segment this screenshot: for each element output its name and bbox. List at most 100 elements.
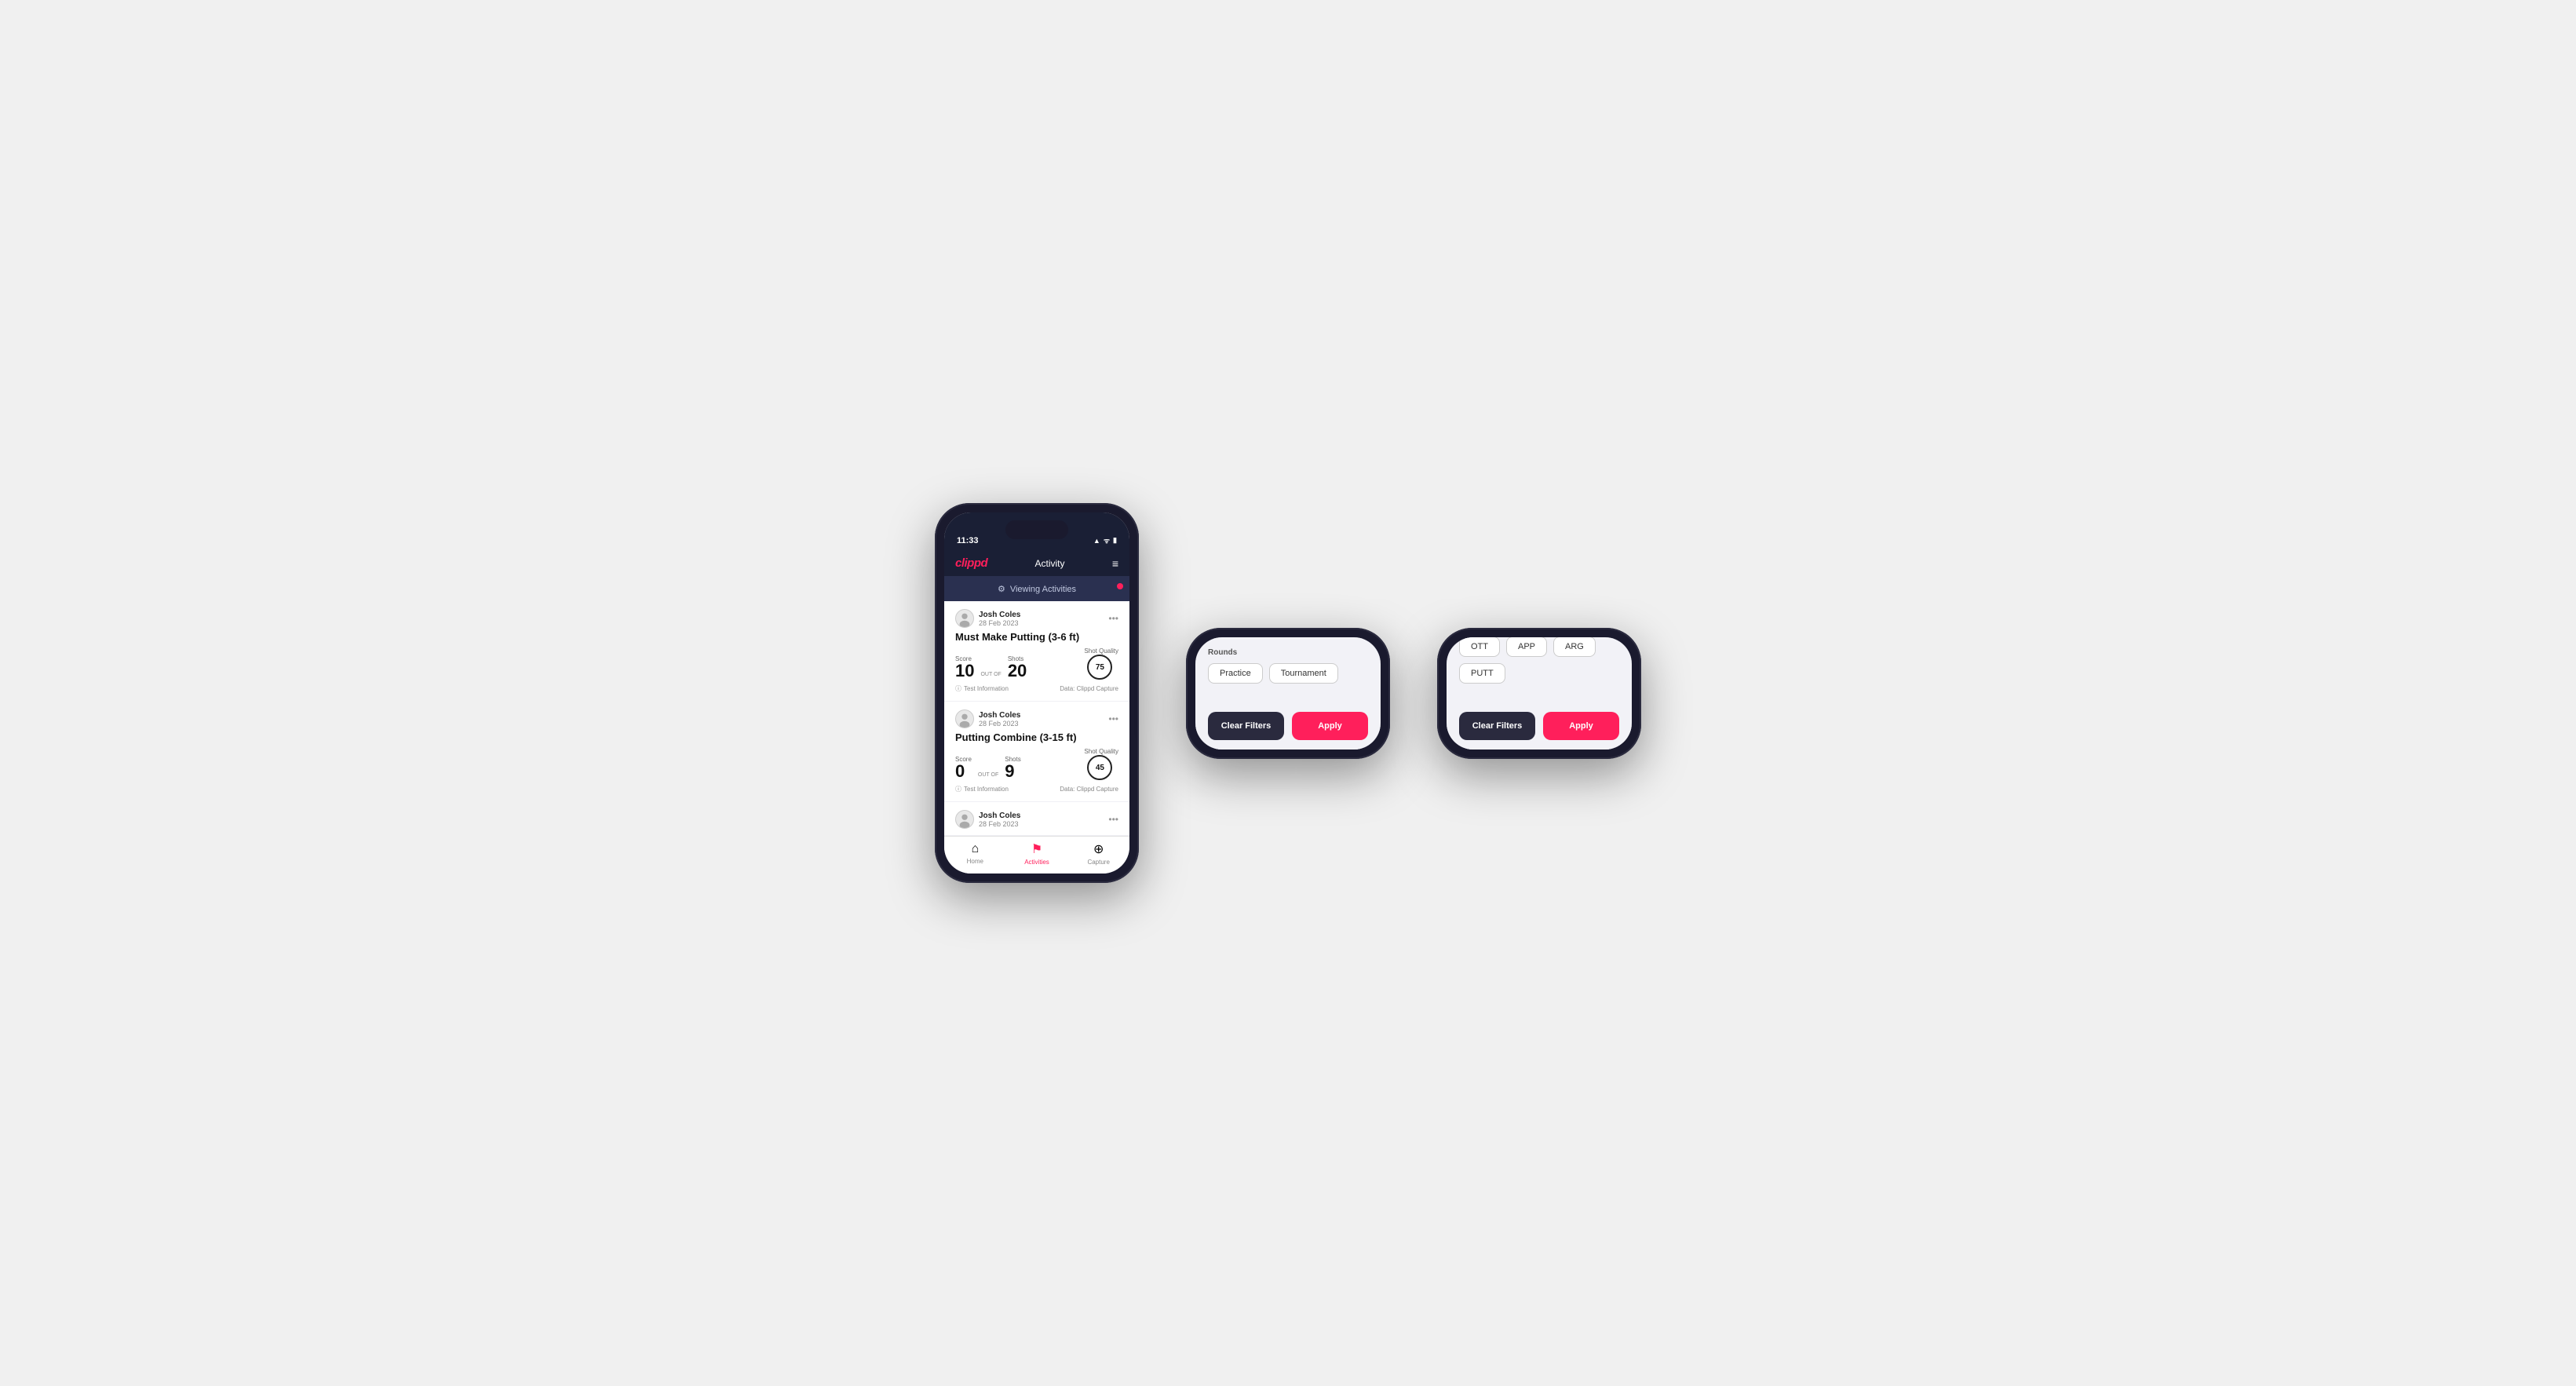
chip-arg-3[interactable]: ARG	[1553, 637, 1596, 657]
score-value-1: 10	[955, 662, 974, 680]
viewing-bar-text-1: Viewing Activities	[1010, 585, 1076, 594]
activities-icon-1: ⚑	[1031, 841, 1042, 857]
shot-quality-badge-1: 75	[1087, 655, 1112, 680]
info-icon-2: ⓘ	[955, 785, 961, 793]
nav-title-1: Activity	[1034, 558, 1064, 569]
dot-indicator-1	[1117, 583, 1123, 589]
card-header-3: Josh Coles 28 Feb 2023 •••	[955, 810, 1118, 829]
wifi-icon: ᯤ	[1104, 535, 1110, 545]
activity-list-1: Josh Coles 28 Feb 2023 ••• Must Make Put…	[944, 601, 1129, 836]
signal-icon: ▲	[1093, 537, 1100, 545]
data-source-1: Data: Clippd Capture	[1060, 685, 1118, 692]
viewing-bar-1[interactable]: ⚙ Viewing Activities	[944, 577, 1129, 601]
filter-sheet-2: Filter ✕ Show Rounds Practice Drills Rou…	[1195, 637, 1381, 750]
chip-putt-3[interactable]: PUTT	[1459, 663, 1505, 684]
test-info-text-1: Test Information	[964, 685, 1009, 692]
tab-activities-1[interactable]: ⚑ Activities	[1006, 841, 1068, 866]
card-title-2: Putting Combine (3-15 ft)	[955, 731, 1118, 743]
shot-quality-label-1: Shot Quality	[1084, 647, 1118, 655]
stats-row-1: Score 10 OUT OF Shots 20 Shot Quality 75	[955, 647, 1118, 680]
clear-filters-button-3[interactable]: Clear Filters	[1459, 712, 1535, 740]
stats-row-2: Score 0 OUT OF Shots 9 Shot Quality 45	[955, 748, 1118, 780]
card-menu-3[interactable]: •••	[1108, 814, 1118, 825]
battery-icon: ▮	[1113, 536, 1117, 545]
score-stat-2: Score 0	[955, 756, 972, 780]
menu-icon-1[interactable]: ≡	[1112, 557, 1118, 570]
card-footer-1: ⓘ Test Information Data: Clippd Capture	[955, 684, 1118, 693]
phone-3: 11:33 ▲ ᯤ ▮ clippd Activity ≡ ⚙ Viewing …	[1437, 628, 1641, 759]
out-of-1: OUT OF	[980, 672, 1001, 677]
phone-3-screen: 11:33 ▲ ᯤ ▮ clippd Activity ≡ ⚙ Viewing …	[1447, 637, 1632, 750]
chip-practice-2[interactable]: Practice	[1208, 663, 1263, 684]
chip-tournament-2[interactable]: Tournament	[1269, 663, 1338, 684]
sheet-body-3: Show Rounds Practice Drills Practice Dri…	[1447, 637, 1632, 704]
rounds-label-2: Rounds	[1208, 648, 1368, 657]
shots-value-1: 20	[1008, 662, 1027, 680]
shot-quality-stat-2: Shot Quality 45	[1084, 748, 1118, 780]
shot-quality-badge-2: 45	[1087, 755, 1112, 780]
tab-capture-1[interactable]: ⊕ Capture	[1067, 841, 1129, 866]
logo-1: clippd	[955, 556, 987, 570]
status-time-1: 11:33	[957, 536, 979, 545]
apply-button-2[interactable]: Apply	[1292, 712, 1368, 740]
card-header-1: Josh Coles 28 Feb 2023 •••	[955, 609, 1118, 628]
sheet-actions-3: Clear Filters Apply	[1447, 704, 1632, 740]
tab-capture-label-1: Capture	[1087, 859, 1109, 866]
dynamic-island-1	[1005, 520, 1068, 539]
scene: 11:33 ▲ ᯤ ▮ clippd Activity ≡ ⚙ Viewing …	[888, 456, 1688, 930]
data-source-2: Data: Clippd Capture	[1060, 786, 1118, 793]
sheet-body-2: Show Rounds Practice Drills Rounds Pract…	[1195, 637, 1381, 704]
status-icons-1: ▲ ᯤ ▮	[1093, 535, 1117, 545]
card-header-2: Josh Coles 28 Feb 2023 •••	[955, 709, 1118, 728]
practice-drills-chips-3: OTT APP ARG PUTT	[1459, 637, 1619, 684]
sheet-actions-2: Clear Filters Apply	[1195, 704, 1381, 740]
shots-stat-1: Shots 20	[1008, 655, 1027, 680]
card-menu-2[interactable]: •••	[1108, 713, 1118, 724]
avatar-1	[955, 609, 974, 628]
user-date-3: 28 Feb 2023	[979, 820, 1020, 828]
phone-2-screen: 11:33 ▲ ᯤ ▮ clippd Activity ≡ ⚙ Viewing …	[1195, 637, 1381, 750]
avatar-2	[955, 709, 974, 728]
filter-sheet-3: Filter ✕ Show Rounds Practice Drills Pra…	[1447, 637, 1632, 750]
shot-quality-label-2: Shot Quality	[1084, 748, 1118, 755]
card-title-1: Must Make Putting (3-6 ft)	[955, 631, 1118, 643]
avatar-3	[955, 810, 974, 829]
shots-value-2: 9	[1005, 763, 1020, 780]
phone-2: 11:33 ▲ ᯤ ▮ clippd Activity ≡ ⚙ Viewing …	[1186, 628, 1390, 759]
test-info-text-2: Test Information	[964, 786, 1009, 793]
home-icon-1: ⌂	[972, 842, 980, 856]
test-info-1: ⓘ Test Information	[955, 684, 1009, 693]
tab-home-1[interactable]: ⌂ Home	[944, 842, 1006, 865]
clear-filters-button-2[interactable]: Clear Filters	[1208, 712, 1284, 740]
user-date-2: 28 Feb 2023	[979, 720, 1020, 728]
phone-1-screen: 11:33 ▲ ᯤ ▮ clippd Activity ≡ ⚙ Viewing …	[944, 512, 1129, 874]
activity-card-2: Josh Coles 28 Feb 2023 ••• Putting Combi…	[944, 702, 1129, 802]
shot-quality-stat-1: Shot Quality 75	[1084, 647, 1118, 680]
card-menu-1[interactable]: •••	[1108, 613, 1118, 624]
tab-activities-label-1: Activities	[1024, 859, 1049, 866]
user-details-2: Josh Coles 28 Feb 2023	[979, 711, 1020, 728]
filter-icon-1: ⚙	[998, 584, 1005, 594]
chip-app-3[interactable]: APP	[1506, 637, 1547, 657]
user-date-1: 28 Feb 2023	[979, 619, 1020, 627]
user-info-3: Josh Coles 28 Feb 2023	[955, 810, 1020, 829]
capture-icon-1: ⊕	[1093, 841, 1104, 857]
user-name-3: Josh Coles	[979, 812, 1020, 820]
activity-card-1: Josh Coles 28 Feb 2023 ••• Must Make Put…	[944, 601, 1129, 702]
score-value-2: 0	[955, 763, 972, 780]
user-name-2: Josh Coles	[979, 711, 1020, 720]
score-stat-1: Score 10	[955, 655, 974, 680]
test-info-2: ⓘ Test Information	[955, 785, 1009, 793]
shots-stat-2: Shots 9	[1005, 756, 1020, 780]
user-info-2: Josh Coles 28 Feb 2023	[955, 709, 1020, 728]
tab-home-label-1: Home	[967, 858, 983, 865]
apply-button-3[interactable]: Apply	[1543, 712, 1619, 740]
out-of-2: OUT OF	[978, 772, 998, 778]
tab-bar-1: ⌂ Home ⚑ Activities ⊕ Capture	[944, 836, 1129, 874]
user-info-1: Josh Coles 28 Feb 2023	[955, 609, 1020, 628]
chip-ott-3[interactable]: OTT	[1459, 637, 1500, 657]
info-icon-1: ⓘ	[955, 684, 961, 693]
user-details-3: Josh Coles 28 Feb 2023	[979, 812, 1020, 828]
user-name-1: Josh Coles	[979, 611, 1020, 619]
phone-1: 11:33 ▲ ᯤ ▮ clippd Activity ≡ ⚙ Viewing …	[935, 503, 1139, 883]
